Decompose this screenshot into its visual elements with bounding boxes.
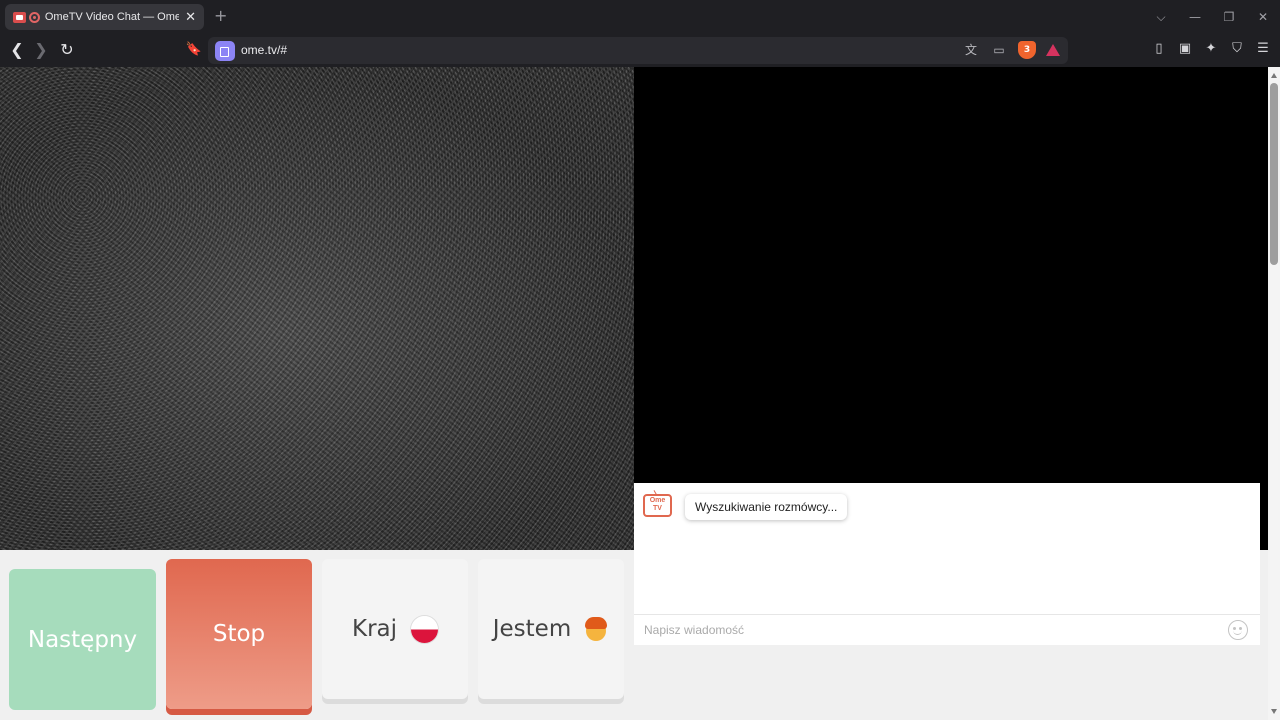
forward-button[interactable]: ❯ bbox=[31, 40, 51, 60]
gender-button-label: Jestem bbox=[492, 616, 572, 642]
sidebar-icon[interactable]: ▯ bbox=[1150, 40, 1168, 58]
next-button-label: Następny bbox=[27, 626, 138, 653]
recording-indicator-icon bbox=[28, 11, 40, 23]
tab-search-dropdown-icon[interactable]: ⌵ bbox=[1144, 10, 1178, 25]
wallet-icon[interactable]: ▣ bbox=[1176, 40, 1194, 58]
control-panel: Następny Stop Kraj Jestem bbox=[0, 550, 634, 720]
scroll-down-arrow-icon[interactable] bbox=[1271, 709, 1277, 714]
chat-message-input[interactable] bbox=[634, 615, 1214, 645]
browser-tab[interactable]: OmeTV Video Chat — Omegl ✕ bbox=[5, 4, 204, 30]
address-bar-icons: 文 ▭ 3 bbox=[962, 41, 1060, 59]
ometv-logo-icon: Ome TV bbox=[643, 494, 672, 517]
url-text[interactable]: ome.tv/# bbox=[241, 43, 287, 57]
window-controls: ⌵ — ❐ ✕ bbox=[1144, 0, 1280, 34]
chat-status-message: Wyszukiwanie rozmówcy... bbox=[685, 494, 848, 520]
country-button[interactable]: Kraj bbox=[322, 559, 468, 699]
browser-toolbar: ❮ ❯ ↻ 🔖 ome.tv/# 文 ▭ 3 ▯ ▣ ✦ ⛉ ☰ bbox=[0, 34, 1280, 67]
scroll-up-arrow-icon[interactable] bbox=[1271, 73, 1277, 78]
reload-button[interactable]: ↻ bbox=[57, 40, 77, 60]
tab-bar: OmeTV Video Chat — Omegl ✕ + ⌵ — ❐ ✕ bbox=[0, 0, 1280, 34]
emoji-smiley-icon[interactable] bbox=[1228, 620, 1248, 640]
brave-rewards-icon[interactable] bbox=[1046, 44, 1060, 56]
video-noise bbox=[0, 67, 634, 550]
country-button-label: Kraj bbox=[351, 616, 398, 642]
translate-icon[interactable]: 文 bbox=[962, 41, 980, 59]
site-info-icon[interactable] bbox=[215, 41, 235, 61]
tab-close-icon[interactable]: ✕ bbox=[185, 10, 196, 25]
stop-button[interactable]: Stop bbox=[166, 559, 312, 709]
gender-button[interactable]: Jestem bbox=[478, 559, 624, 699]
brave-shields-icon[interactable]: 3 bbox=[1018, 41, 1036, 59]
ometv-favicon-icon bbox=[13, 11, 26, 23]
tab-title: OmeTV Video Chat — Omegl bbox=[44, 11, 180, 23]
vpn-icon[interactable]: ⛉ bbox=[1228, 40, 1246, 58]
page-scrollbar[interactable] bbox=[1268, 67, 1280, 720]
back-button[interactable]: ❮ bbox=[7, 40, 27, 60]
next-button[interactable]: Następny bbox=[9, 569, 156, 710]
new-tab-button[interactable]: + bbox=[214, 6, 227, 25]
own-camera-video bbox=[634, 67, 1268, 550]
cast-icon[interactable]: ▭ bbox=[990, 41, 1008, 59]
poland-flag-icon bbox=[411, 615, 439, 643]
boy-emoji-icon bbox=[583, 616, 609, 642]
leo-ai-icon[interactable]: ✦ bbox=[1202, 40, 1220, 58]
address-bar[interactable]: ome.tv/# 文 ▭ 3 bbox=[208, 37, 1068, 64]
toolbar-right-icons: ▯ ▣ ✦ ⛉ ☰ bbox=[1150, 40, 1272, 58]
partner-video-static bbox=[0, 67, 634, 550]
minimize-button[interactable]: — bbox=[1178, 10, 1212, 24]
scrollbar-thumb[interactable] bbox=[1270, 83, 1278, 265]
chat-input-row bbox=[634, 614, 1260, 645]
menu-icon[interactable]: ☰ bbox=[1254, 40, 1272, 58]
bookmark-icon[interactable]: 🔖 bbox=[184, 40, 204, 60]
stop-button-label: Stop bbox=[212, 621, 266, 647]
close-window-button[interactable]: ✕ bbox=[1246, 10, 1280, 24]
restore-button[interactable]: ❐ bbox=[1212, 10, 1246, 24]
